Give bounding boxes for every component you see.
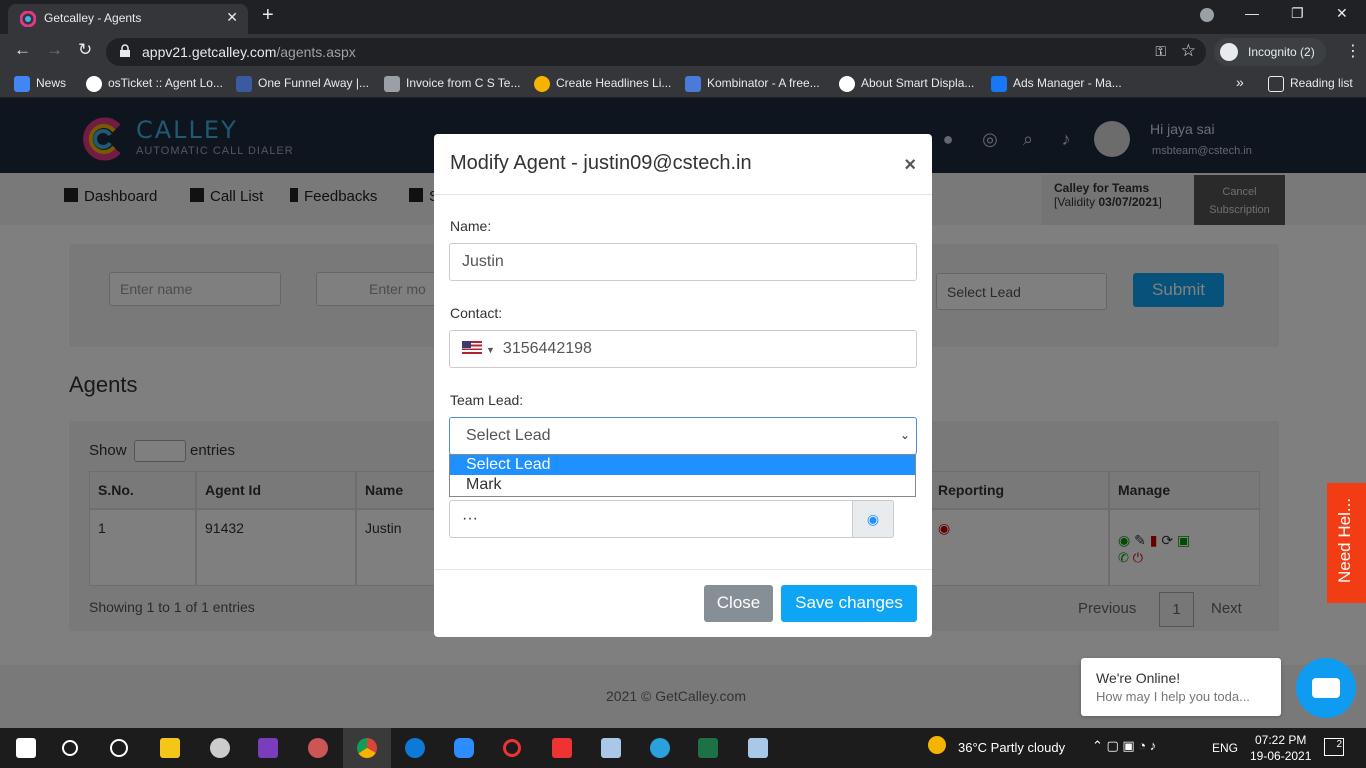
notepad-2-icon[interactable] <box>748 738 768 758</box>
notifications-icon[interactable]: 2 <box>1324 738 1344 756</box>
name-label: Name: <box>450 218 492 234</box>
funnel-icon <box>236 76 252 92</box>
bookmark-invoice[interactable]: Invoice from C S Te... <box>384 76 521 92</box>
option-mark[interactable]: Mark <box>450 475 915 495</box>
taskbar-search-icon[interactable] <box>62 740 78 756</box>
edge-icon[interactable] <box>405 738 425 758</box>
headlines-icon <box>534 76 550 92</box>
osticket-icon <box>86 76 102 92</box>
lock-icon <box>120 44 130 57</box>
browser-tab[interactable]: Getcalley - Agents ✕ <box>8 4 248 34</box>
save-changes-button[interactable]: Save changes <box>781 585 917 622</box>
omnibox[interactable]: appv21.getcalley.com/agents.aspx ⚿ ☆ <box>106 38 1206 66</box>
onenote-icon[interactable] <box>258 738 278 758</box>
forward-icon[interactable]: → <box>46 40 63 60</box>
contact-label: Contact: <box>450 305 503 321</box>
incognito-icon <box>1220 43 1238 61</box>
anydesk-icon[interactable] <box>552 738 572 758</box>
contact-input[interactable]: ▼ 3156442198 <box>449 330 917 368</box>
task-view-icon[interactable] <box>110 739 128 757</box>
modify-agent-modal: Modify Agent - justin09@cstech.in × Name… <box>434 134 932 637</box>
password-input[interactable]: ··· <box>449 500 894 538</box>
app-bot-icon[interactable] <box>210 738 230 758</box>
modal-close-icon[interactable]: × <box>904 154 916 177</box>
bookmark-ads-manager[interactable]: Ads Manager - Ma... <box>991 76 1122 92</box>
windows-start-icon[interactable] <box>16 738 36 758</box>
key-icon[interactable]: ⚿ <box>1155 43 1166 60</box>
team-lead-label: Team Lead: <box>450 392 524 408</box>
incognito-indicator[interactable]: Incognito (2) <box>1214 38 1326 66</box>
invoice-icon <box>384 76 400 92</box>
tab-close-icon[interactable]: ✕ <box>226 9 238 26</box>
back-icon[interactable]: ← <box>14 40 31 60</box>
weather-icon[interactable] <box>928 736 946 754</box>
bookmark-osticket[interactable]: osTicket :: Agent Lo... <box>86 76 223 92</box>
address-bar-row: ← → ↻ appv21.getcalley.com/agents.aspx ⚿… <box>0 34 1366 70</box>
reading-list[interactable]: Reading list <box>1268 76 1353 92</box>
modal-header-divider <box>434 194 932 195</box>
windows-taskbar <box>0 728 1366 768</box>
url-text: appv21.getcalley.com/agents.aspx <box>142 44 356 60</box>
notepad-icon[interactable] <box>601 738 621 758</box>
news-icon <box>14 76 30 92</box>
reading-list-icon <box>1268 76 1284 92</box>
zoom-icon[interactable] <box>454 738 474 758</box>
close-button[interactable]: Close <box>704 585 773 622</box>
us-flag-icon[interactable] <box>462 341 482 354</box>
country-dropdown-icon[interactable]: ▼ <box>486 345 495 355</box>
browser-menu-icon[interactable]: ⋮ <box>1345 41 1361 61</box>
language-indicator[interactable]: ENG <box>1212 741 1238 755</box>
chat-launcher-button[interactable] <box>1296 658 1356 718</box>
modal-footer-divider <box>434 569 932 570</box>
facebook-icon <box>991 76 1007 92</box>
file-explorer-icon[interactable] <box>160 738 180 758</box>
bookmarks-overflow-icon[interactable]: » <box>1236 74 1244 90</box>
excel-icon[interactable] <box>698 738 718 758</box>
tab-strip: Getcalley - Agents ✕ + — ❐ ✕ <box>0 0 1366 34</box>
chat-greeting-bubble[interactable]: We're Online! How may I help you toda... <box>1081 658 1281 716</box>
new-tab-icon[interactable]: + <box>262 4 274 27</box>
bookmark-kombinator[interactable]: Kombinator - A free... <box>685 76 820 92</box>
tab-title: Getcalley - Agents <box>44 11 142 25</box>
system-tray-icons[interactable]: ⌃ ▢ ▣ ◔ ♪ <box>1092 738 1156 754</box>
chat-bubble-icon <box>1312 678 1340 698</box>
team-lead-dropdown-list: Select Lead Mark <box>449 454 916 497</box>
chat-help-text: How may I help you toda... <box>1096 689 1250 704</box>
bookmark-star-icon[interactable]: ☆ <box>1181 41 1196 61</box>
calley-favicon-icon <box>20 11 36 27</box>
chat-online-text: We're Online! <box>1096 670 1181 686</box>
kombinator-icon <box>685 76 701 92</box>
bookmark-news[interactable]: News <box>14 76 66 92</box>
modal-title: Modify Agent - justin09@cstech.in <box>450 152 752 174</box>
tab-search-icon[interactable] <box>1200 8 1214 22</box>
toggle-password-eye-icon[interactable]: ◉ <box>852 500 894 538</box>
team-lead-select[interactable]: Select Lead ⌄ <box>449 417 917 455</box>
bookmark-smart-display[interactable]: About Smart Displa... <box>839 76 974 92</box>
need-help-tab[interactable]: Need Hel... <box>1327 483 1366 603</box>
minimize-icon[interactable]: — <box>1245 5 1259 21</box>
paint-icon[interactable] <box>308 738 328 758</box>
option-select-lead[interactable]: Select Lead <box>450 455 915 475</box>
bookmark-funnel[interactable]: One Funnel Away |... <box>236 76 369 92</box>
telegram-icon[interactable] <box>650 738 670 758</box>
clock[interactable]: 07:22 PM 19-06-2021 <box>1250 732 1311 764</box>
maximize-icon[interactable]: ❐ <box>1291 5 1304 22</box>
chevron-down-icon: ⌄ <box>899 428 910 442</box>
bookmarks-bar: News osTicket :: Agent Lo... One Funnel … <box>0 70 1366 98</box>
reload-icon[interactable]: ↻ <box>78 40 92 60</box>
weather-text[interactable]: 36°C Partly cloudy <box>958 740 1065 755</box>
name-input[interactable]: Justin <box>449 243 917 281</box>
chrome-icon[interactable] <box>357 738 377 758</box>
bookmark-headlines[interactable]: Create Headlines Li... <box>534 76 671 92</box>
google-icon <box>839 76 855 92</box>
window-close-icon[interactable]: ✕ <box>1336 5 1348 22</box>
app-target-icon[interactable] <box>503 739 521 757</box>
